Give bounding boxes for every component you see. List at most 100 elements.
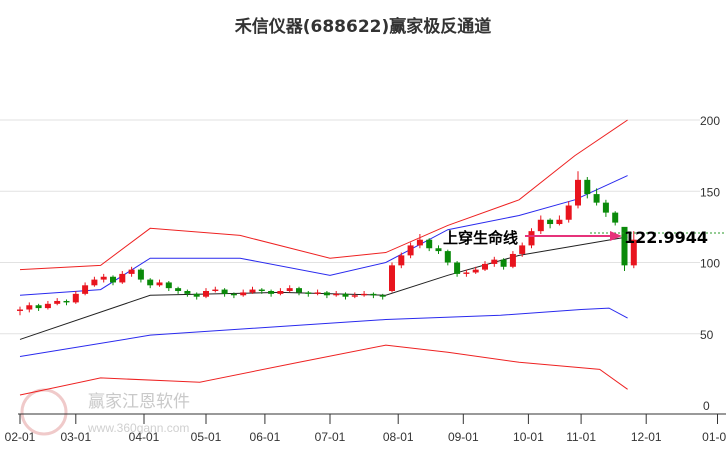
candle-body [305, 292, 312, 294]
candle [351, 292, 358, 299]
candle [119, 271, 126, 284]
candle-body [258, 289, 265, 291]
x-tick-label: 03-01 [60, 430, 91, 444]
candle-body [147, 279, 154, 286]
candle-body [426, 239, 433, 249]
candle [277, 288, 284, 296]
candle [314, 289, 321, 296]
candle-body [361, 293, 368, 296]
candle-body [119, 273, 126, 283]
x-tick-label: 05-01 [191, 430, 222, 444]
candle [296, 286, 302, 296]
candle [305, 291, 312, 297]
y-tick-label: 50 [700, 328, 714, 342]
candle-body [35, 305, 42, 309]
candle-body [323, 292, 330, 296]
candle-body [286, 288, 293, 291]
candle-body [500, 259, 507, 267]
candle-body [165, 282, 172, 289]
candle-body [454, 262, 461, 274]
candle-body [593, 194, 600, 203]
candle [26, 302, 33, 313]
candle-body [472, 269, 479, 273]
candle [91, 276, 98, 287]
candle [72, 291, 79, 304]
y-tick-label: 200 [700, 114, 720, 128]
candle-body [342, 293, 349, 297]
candle-body [389, 265, 395, 291]
candle [147, 278, 154, 289]
candle [137, 268, 144, 283]
y-tick-label: 150 [700, 185, 720, 199]
candle [528, 228, 535, 249]
candle-body [519, 245, 526, 254]
candle-body [268, 291, 275, 294]
candle-body [230, 293, 237, 296]
candle [575, 171, 581, 209]
candle-body [296, 288, 302, 293]
candle-body [203, 291, 209, 297]
candle [389, 262, 395, 293]
candlestick-chart: 赢家江恩软件 www.360gann.com 0 50 100 150 200 02-01… [0, 114, 726, 444]
candle [426, 238, 433, 252]
candle-body [612, 212, 619, 223]
candle [17, 306, 23, 316]
candle-body [156, 282, 163, 286]
candle [268, 289, 275, 297]
candle-body [212, 289, 219, 291]
candle [491, 256, 498, 267]
candle [54, 298, 61, 306]
x-tick-label: 06-01 [250, 430, 281, 444]
candle [323, 291, 330, 299]
candle [156, 279, 163, 287]
candle-body [584, 179, 591, 195]
candle [203, 288, 209, 299]
y-tick-label: 0 [703, 399, 710, 413]
x-tick-label: 11-01 [566, 430, 596, 444]
candle [370, 292, 377, 299]
x-tick-label: 02-01 [5, 430, 36, 444]
candle-body [175, 288, 182, 291]
watermark: 赢家江恩软件 www.360gann.com [20, 388, 190, 436]
candle-body [17, 309, 23, 311]
candle-body [463, 272, 470, 274]
candle-body [482, 263, 488, 270]
candle [602, 199, 609, 217]
candle-body [72, 293, 79, 303]
candle-body [110, 276, 116, 283]
candle [286, 285, 293, 293]
candle [110, 275, 116, 286]
candle-body [63, 300, 70, 303]
candle-body [379, 295, 386, 297]
candle [63, 299, 70, 306]
candle [537, 215, 544, 234]
candle-body [137, 269, 144, 280]
x-tick-label: 04-01 [129, 430, 160, 444]
watermark-name: 赢家江恩软件 [88, 392, 190, 412]
candle-body [602, 202, 609, 213]
candle-body [82, 285, 89, 294]
candle-body [444, 251, 451, 263]
candle-body [277, 291, 284, 294]
candle-body [184, 291, 191, 294]
candle-body [221, 289, 228, 294]
x-tick-label: 01-01 [702, 430, 726, 444]
candle [407, 242, 414, 259]
candle [454, 261, 461, 277]
candle-body [398, 255, 405, 266]
candle [35, 303, 42, 311]
candle-body [44, 303, 51, 309]
candle-body [26, 305, 33, 310]
candle [342, 292, 349, 300]
candle-body [240, 292, 247, 296]
x-tick-label: 08-01 [383, 430, 414, 444]
candle [500, 258, 507, 270]
candle [82, 282, 89, 296]
candle-body [314, 292, 321, 294]
candle [175, 286, 182, 294]
candle-body [491, 259, 498, 264]
candle-body [575, 179, 581, 206]
candle [184, 289, 191, 297]
x-tick-label: 10-01 [513, 430, 544, 444]
candle-body [407, 245, 414, 256]
